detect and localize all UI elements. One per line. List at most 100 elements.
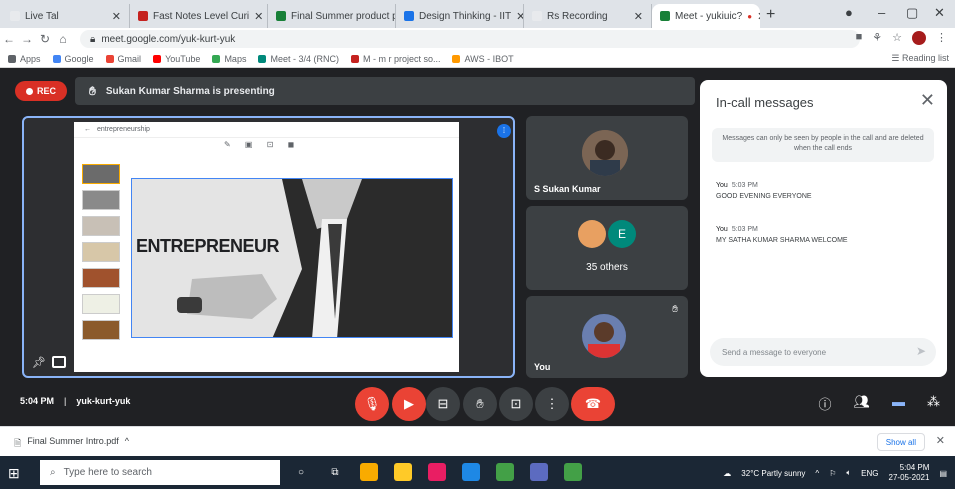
slide-thumbnails — [76, 158, 126, 358]
close-icon[interactable]: ✕ — [634, 10, 643, 23]
fullscreen-icon[interactable] — [51, 356, 66, 368]
edge-icon[interactable] — [462, 463, 480, 481]
pin-icon[interactable]: 📌︎ — [32, 356, 46, 369]
taskbar-search-input[interactable]: ⌕ Type here to search — [40, 460, 280, 485]
volume-icon[interactable]: 🔈︎ — [846, 468, 851, 478]
close-icon[interactable]: ✕ — [516, 10, 523, 23]
url-text: meet.google.com/yuk-kurt-yuk — [101, 33, 236, 45]
chat-icon[interactable]: ▬ — [892, 394, 905, 413]
teams-icon[interactable] — [530, 463, 548, 481]
language-indicator[interactable]: ENG — [861, 469, 878, 478]
profile-circle-icon[interactable]: ● — [845, 5, 853, 20]
raise-hand-button[interactable]: ✋︎ — [463, 387, 497, 421]
leave-call-button[interactable]: ☎︎ — [571, 387, 615, 421]
tab-favicon-icon — [660, 11, 670, 21]
participant-tile[interactable]: S Sukan Kumar — [526, 116, 688, 200]
close-icon[interactable]: ✕ — [920, 90, 935, 111]
chat-input-placeholder: Send a message to everyone — [722, 347, 827, 357]
maximize-button[interactable]: ▢ — [906, 5, 918, 21]
reading-list-button[interactable]: ☰ Reading list — [891, 53, 949, 64]
send-icon[interactable]: ➤ — [916, 344, 926, 358]
avatar[interactable] — [912, 31, 926, 45]
browser-tab-active[interactable]: Meet - yukiuic? ● ✕ — [652, 4, 760, 28]
info-icon[interactable]: ⓘ — [818, 394, 831, 413]
reload-icon[interactable]: ↻ — [36, 32, 54, 46]
app-icon[interactable] — [428, 463, 446, 481]
star-icon[interactable]: ☆ — [892, 31, 902, 45]
system-tray: ☁︎ 32°C Partly sunny ^ ⚐ 🔈︎ ENG 5:04 PM … — [723, 463, 947, 483]
chat-input[interactable]: Send a message to everyone ➤ — [710, 338, 936, 366]
lock-icon: 🔒︎ — [90, 33, 96, 45]
mic-off-button[interactable]: 🎙︎ — [355, 387, 389, 421]
minimize-button[interactable]: – — [878, 5, 885, 20]
google-icon — [52, 54, 61, 63]
participant-photo — [582, 130, 628, 176]
chrome-icon[interactable] — [496, 463, 514, 481]
browser-tab[interactable]: Rs Recording ✕ — [524, 4, 652, 28]
weather-icon[interactable]: ☁︎ — [723, 469, 731, 478]
presentation-tile[interactable]: ← entrepreneurship ✎ ▣ ⊡ ◼ ENTREPRENEUR … — [22, 116, 515, 378]
present-now-button[interactable]: ⊡ — [499, 387, 533, 421]
bookmark-item[interactable]: YouTube — [153, 54, 200, 64]
download-item[interactable]: 🗎 Final Summer Intro.pdf ^ — [14, 436, 129, 452]
weather-text: 32°C Partly sunny — [741, 468, 806, 478]
close-icon[interactable]: ✕ — [936, 434, 945, 447]
chevron-up-icon[interactable]: ^ — [815, 469, 819, 478]
bookmark-item[interactable]: Meet - 3/4 (RNC) — [258, 54, 339, 64]
slide-photo — [132, 179, 452, 337]
message-sender: You — [716, 226, 728, 233]
file-explorer-icon[interactable] — [394, 463, 412, 481]
browser-tab[interactable]: Live Tal ✕ — [2, 4, 130, 28]
bookmark-item[interactable]: AWS - IBOT — [452, 54, 514, 64]
captions-button[interactable]: ⊟ — [426, 387, 460, 421]
windows-start-icon[interactable]: ⊞ — [8, 465, 20, 482]
tab-favicon-icon — [138, 11, 148, 21]
home-icon[interactable]: ⌂ — [54, 32, 72, 46]
menu-icon[interactable]: ⋮ — [936, 31, 947, 45]
message-text: GOOD EVENING EVERYONE — [716, 193, 812, 200]
bookmark-item[interactable]: Google — [52, 54, 94, 64]
file-icon: 🗎 — [14, 438, 22, 448]
shared-slides-window: ← entrepreneurship ✎ ▣ ⊡ ◼ ENTREPRENEUR — [74, 122, 459, 372]
clock[interactable]: 5:04 PM 27-05-2021 — [889, 463, 930, 483]
hang-up-icon: ☎︎ — [584, 396, 602, 411]
task-view-icon[interactable]: ⧉ — [326, 463, 344, 481]
participant-name: You — [534, 362, 551, 372]
browser-tab[interactable]: Final Summer product pl ✕ — [268, 4, 396, 28]
notifications-icon[interactable]: ▤ — [939, 469, 947, 478]
address-bar[interactable]: 🔒︎ meet.google.com/yuk-kurt-yuk — [80, 30, 860, 48]
network-icon[interactable]: ⚐ — [829, 469, 836, 478]
sticky-notes-icon[interactable] — [360, 463, 378, 481]
forward-icon[interactable]: → — [18, 32, 36, 46]
participant-tile-self[interactable]: ✋︎ You — [526, 296, 688, 378]
browser-tab[interactable]: Fast Notes Level Curi ✕ — [130, 4, 268, 28]
activities-icon[interactable]: ⁂ — [927, 394, 940, 413]
close-icon[interactable]: ✕ — [254, 10, 263, 23]
participant-tile-others[interactable]: E 35 others — [526, 206, 688, 290]
chrome-icon[interactable] — [564, 463, 582, 481]
tab-favicon-icon — [404, 11, 414, 21]
back-icon[interactable]: ← — [0, 32, 18, 46]
extension-icon[interactable]: ⚘ — [872, 31, 882, 45]
show-all-button[interactable]: Show all — [876, 433, 925, 451]
new-tab-button[interactable]: + — [766, 6, 775, 24]
people-icon[interactable]: 👥︎ — [853, 394, 870, 413]
more-options-button[interactable]: ⋮ — [535, 387, 569, 421]
chevron-up-icon[interactable]: ^ — [125, 436, 129, 452]
slides-topbar: ← entrepreneurship — [74, 122, 459, 138]
bookmark-item[interactable]: Gmail — [105, 54, 141, 64]
mic-off-icon: 🎙︎ — [363, 396, 381, 411]
camera-off-button[interactable]: ▶ — [392, 387, 426, 421]
camera-off-icon: ▶ — [404, 396, 414, 411]
raise-hand-icon: ✋︎ — [672, 304, 678, 315]
cortana-icon[interactable]: ○ — [292, 463, 310, 481]
close-icon[interactable]: ✕ — [757, 10, 760, 23]
bookmark-item[interactable]: Maps — [212, 54, 246, 64]
slide-thumbnail — [82, 294, 120, 314]
browser-tab[interactable]: Design Thinking - IIT ✕ — [396, 4, 524, 28]
window-close-button[interactable]: ✕ — [934, 5, 945, 21]
bookmark-item[interactable]: Apps — [8, 54, 41, 64]
close-icon[interactable]: ✕ — [112, 10, 121, 23]
camera-icon[interactable]: ■ — [856, 31, 863, 45]
bookmark-item[interactable]: M - m r project so... — [350, 54, 440, 64]
